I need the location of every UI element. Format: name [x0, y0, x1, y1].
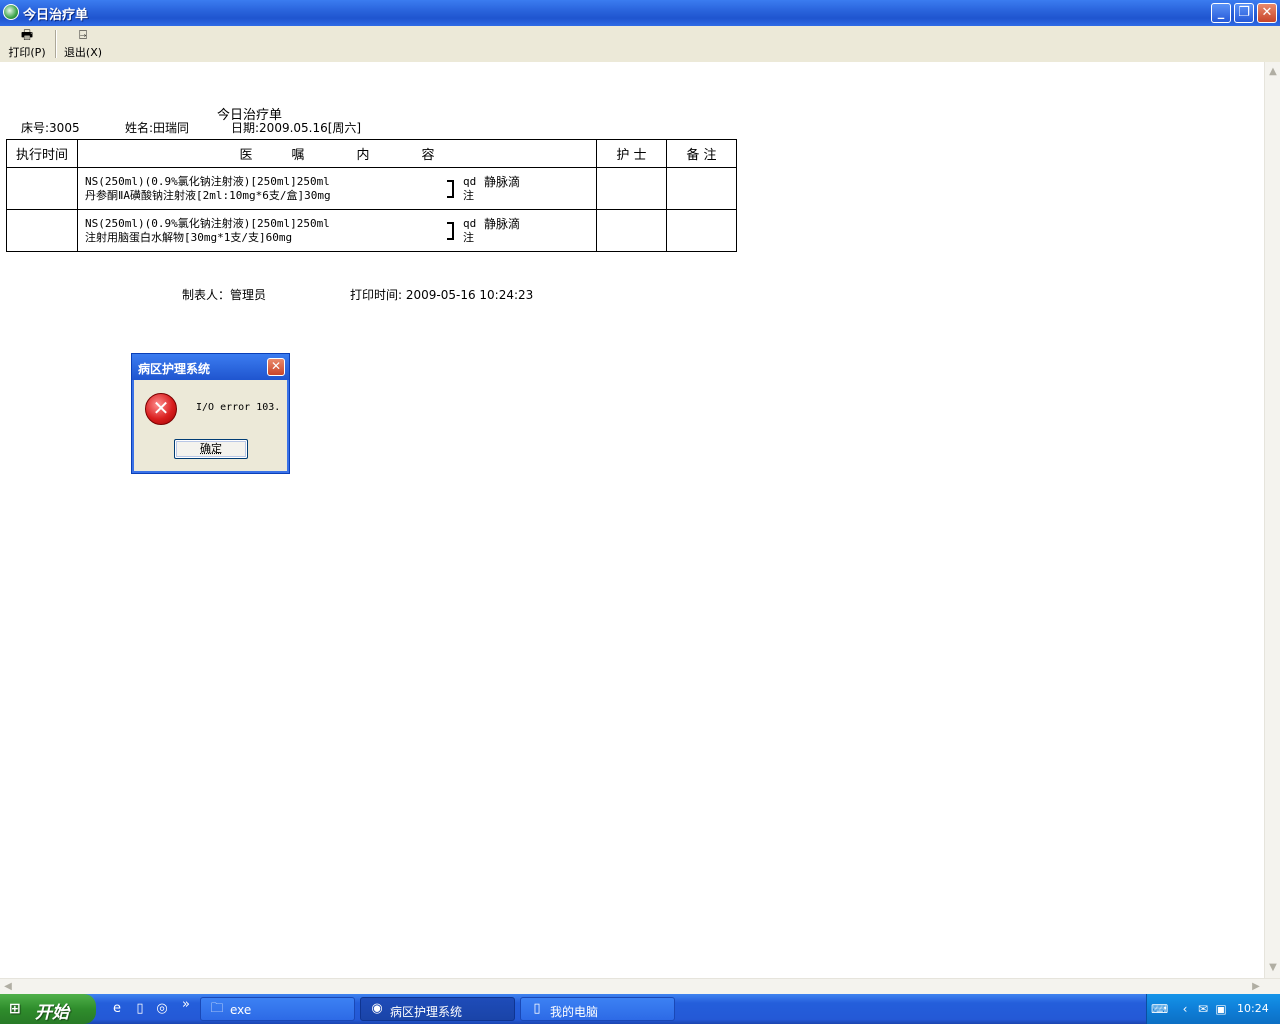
horizontal-scrollbar[interactable]: ◀ ▶: [0, 978, 1280, 995]
order-route: 静脉滴: [484, 175, 521, 189]
report-date: 日期:2009.05.16[周六]: [231, 121, 362, 135]
task-nursing-system[interactable]: ◉ 病区护理系统: [360, 997, 515, 1021]
exec-time-cell: [6, 209, 78, 252]
order-line: 丹参酮ⅡA磺酸钠注射液[2ml:10mg*6支/盒]30mg: [85, 189, 331, 202]
column-header-time: 执行时间: [6, 139, 78, 168]
taskbar: ⊞ 开始 e ▯ ◎ » 🗀 exe ◉ 病区护理系统 ▯ 我的电脑 ⌨ ‹ ✉…: [0, 994, 1280, 1024]
task-label: 病区护理系统: [390, 1005, 463, 1019]
restore-button[interactable]: ❐: [1234, 3, 1254, 23]
folder-icon: 🗀: [210, 1001, 224, 1016]
toolbar-separator: [55, 30, 57, 58]
computer-quicklaunch-icon[interactable]: ▯: [131, 1000, 149, 1018]
order-line: NS(250ml)(0.9%氯化钠注射液)[250ml]250ml: [85, 217, 330, 230]
bed-number: 床号:3005: [21, 121, 80, 135]
error-dialog: 病区护理系统 ✕ ✕ I/O error 103. 确定: [131, 353, 290, 474]
window-title-bar[interactable]: 今日治疗单 _ ❐ ✕: [0, 0, 1280, 26]
order-line: 注射用脑蛋白水解物[30mg*1支/支]60mg: [85, 231, 293, 244]
table-row: NS(250ml)(0.9%氯化钠注射液)[250ml]250ml 丹参酮ⅡA磺…: [6, 167, 737, 210]
print-button[interactable]: 🖶 打印(P): [4, 28, 50, 60]
start-button[interactable]: ⊞ 开始: [0, 994, 96, 1024]
windows-flag-icon: ⊞: [9, 1001, 21, 1017]
ok-button[interactable]: 确定: [174, 439, 248, 459]
report-maker: 制表人：管理员: [182, 288, 267, 302]
computer-icon: ▯: [533, 1001, 541, 1016]
exit-button-label: 退出(X): [63, 46, 103, 59]
printer-icon: 🖶: [20, 28, 34, 43]
nurse-cell: [596, 167, 667, 210]
error-message: I/O error 103.: [196, 402, 281, 413]
exec-time-cell: [6, 167, 78, 210]
dialog-title: 病区护理系统: [138, 362, 211, 376]
column-header-nurse: 护 士: [596, 139, 667, 168]
keyboard-icon[interactable]: ⌨: [1151, 1001, 1168, 1017]
scroll-right-icon[interactable]: ▶: [1248, 979, 1264, 995]
ie-quicklaunch-icon[interactable]: e: [108, 1000, 126, 1018]
browser-quicklaunch-icon[interactable]: ◎: [153, 1000, 171, 1018]
column-header-order: 医 嘱 内 容: [77, 139, 597, 168]
exit-door-icon: ⍈: [79, 28, 87, 43]
table-header-row: 执行时间 医 嘱 内 容 护 士 备 注: [6, 139, 737, 168]
order-cell: NS(250ml)(0.9%氯化钠注射液)[250ml]250ml 注射用脑蛋白…: [77, 209, 597, 252]
order-route-suffix: 注: [463, 189, 474, 202]
group-bracket: [447, 180, 454, 198]
toolbar: 🖶 打印(P) ⍈ 退出(X): [0, 26, 1280, 63]
task-label: exe: [230, 1003, 252, 1017]
task-label: 我的电脑: [550, 1005, 599, 1019]
scroll-down-icon[interactable]: ▼: [1265, 960, 1280, 976]
network-icon[interactable]: ▣: [1213, 1001, 1229, 1017]
order-frequency: qd: [463, 175, 477, 188]
scroll-up-icon[interactable]: ▲: [1265, 64, 1280, 80]
order-cell: NS(250ml)(0.9%氯化钠注射液)[250ml]250ml 丹参酮ⅡA磺…: [77, 167, 597, 210]
close-button[interactable]: ✕: [1257, 3, 1277, 23]
treatment-table: 执行时间 医 嘱 内 容 护 士 备 注 NS(250ml)(0.9%氯化钠注射…: [6, 139, 737, 252]
dialog-close-button[interactable]: ✕: [267, 358, 285, 376]
table-row: NS(250ml)(0.9%氯化钠注射液)[250ml]250ml 注射用脑蛋白…: [6, 209, 737, 252]
app-icon: ◉: [371, 1001, 383, 1016]
print-time: 打印时间: 2009-05-16 10:24:23: [350, 288, 534, 302]
minimize-button[interactable]: _: [1211, 3, 1231, 23]
task-my-computer[interactable]: ▯ 我的电脑: [520, 997, 675, 1021]
app-icon: [3, 4, 19, 20]
order-route-suffix: 注: [463, 231, 474, 244]
nurse-cell: [596, 209, 667, 252]
dialog-title-bar[interactable]: 病区护理系统 ✕: [132, 354, 289, 380]
clock: 10:24: [1237, 1002, 1269, 1015]
start-label: 开始: [35, 1003, 69, 1023]
note-cell: [666, 209, 737, 252]
system-tray: ⌨ ‹ ✉ ▣ 10:24: [1146, 994, 1280, 1024]
group-bracket: [447, 222, 454, 240]
print-button-label: 打印(P): [8, 46, 46, 59]
task-exe-folder[interactable]: 🗀 exe: [200, 997, 355, 1021]
patient-name: 姓名:田瑞同: [125, 121, 190, 135]
ok-button-label: 确定: [200, 442, 222, 455]
exit-button[interactable]: ⍈ 退出(X): [60, 28, 106, 60]
column-header-note: 备 注: [666, 139, 737, 168]
mail-icon[interactable]: ✉: [1195, 1001, 1211, 1017]
vertical-scrollbar[interactable]: ▲ ▼: [1264, 62, 1280, 978]
order-frequency: qd: [463, 217, 477, 230]
error-icon: ✕: [145, 393, 177, 425]
tray-expand-icon[interactable]: ‹: [1177, 1001, 1193, 1017]
window-title: 今日治疗单: [23, 8, 89, 23]
more-chevron-icon[interactable]: »: [177, 996, 195, 1014]
order-line: NS(250ml)(0.9%氯化钠注射液)[250ml]250ml: [85, 175, 330, 188]
note-cell: [666, 167, 737, 210]
scroll-left-icon[interactable]: ◀: [0, 979, 16, 995]
order-route: 静脉滴: [484, 217, 521, 231]
